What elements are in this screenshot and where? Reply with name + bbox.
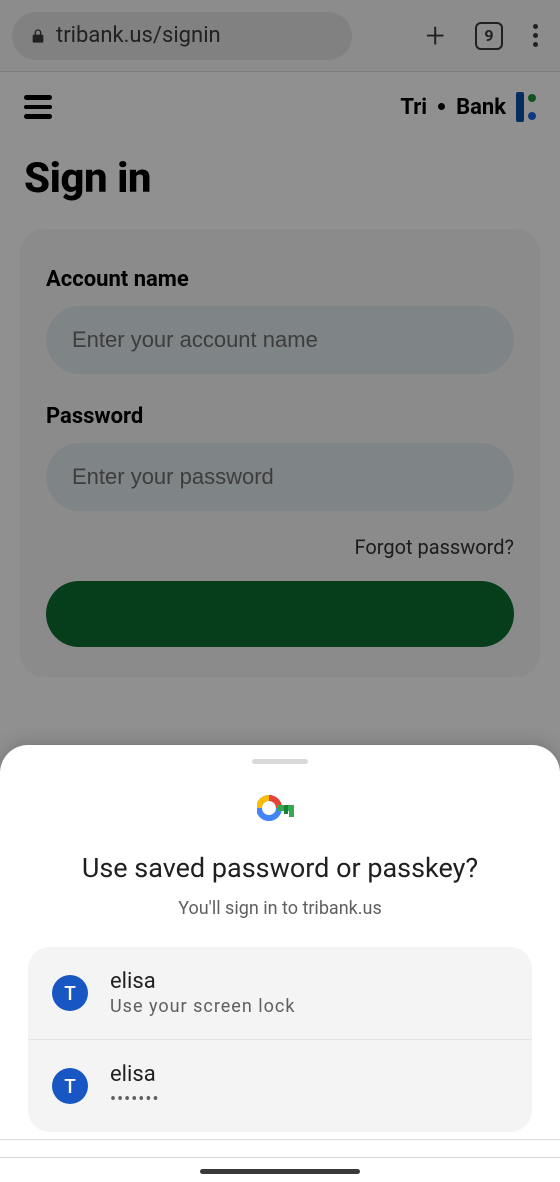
credential-item-password[interactable]: T elisa ••••••• [28, 1039, 532, 1132]
credential-sheet: Use saved password or passkey? You'll si… [0, 745, 560, 1182]
credential-username: elisa [110, 969, 295, 994]
password-manager-icon [0, 794, 560, 822]
credential-item-passkey[interactable]: T elisa Use your screen lock [28, 947, 532, 1039]
divider [0, 1139, 560, 1140]
avatar: T [52, 975, 88, 1011]
credential-username: elisa [110, 1062, 160, 1087]
avatar: T [52, 1068, 88, 1104]
credential-hint: Use your screen lock [110, 996, 295, 1017]
home-indicator[interactable] [200, 1169, 360, 1174]
sheet-grabber[interactable] [252, 759, 308, 764]
sheet-title: Use saved password or passkey? [0, 852, 560, 884]
sheet-subtitle: You'll sign in to tribank.us [0, 898, 560, 919]
divider [0, 1157, 560, 1158]
credential-list: T elisa Use your screen lock T elisa •••… [28, 947, 532, 1132]
credential-hint: ••••••• [110, 1089, 160, 1110]
